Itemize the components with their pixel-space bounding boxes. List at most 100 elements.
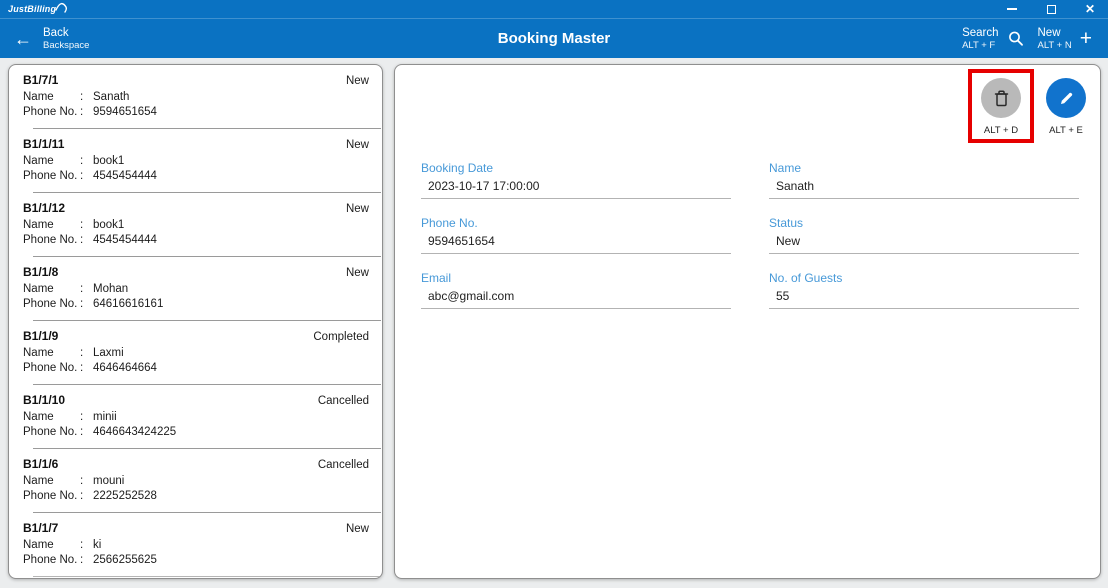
close-icon: ✕ (1085, 4, 1095, 14)
field-value: New (769, 231, 1079, 254)
name-label: Name (23, 283, 80, 295)
phone-label: Phone No. (23, 362, 80, 374)
app-logo: JustBilling (8, 4, 69, 14)
phone-label: Phone No. (23, 298, 80, 310)
name-label: Name (23, 475, 80, 487)
booking-name: ki (93, 539, 369, 551)
booking-list-item[interactable]: B1/1/10 Cancelled Name:minii Phone No.:4… (9, 385, 382, 449)
status-badge: Cancelled (318, 459, 369, 471)
back-shortcut: Backspace (43, 40, 89, 51)
search-shortcut: ALT + F (962, 40, 995, 51)
booking-phone: 2566255625 (93, 554, 369, 566)
name-label: Name (23, 411, 80, 423)
booking-list-panel: B1/7/1 New Name:Sanath Phone No.:9594651… (8, 64, 383, 579)
page-title: Booking Master (0, 30, 1108, 47)
delete-button[interactable]: ALT + D (981, 78, 1021, 136)
booking-phone: 64616616161 (93, 298, 369, 310)
booking-id: B1/1/12 (23, 201, 65, 215)
edit-button[interactable]: ALT + E (1046, 69, 1086, 136)
booking-phone: 4646643424225 (93, 426, 369, 438)
new-button[interactable]: New ALT + N + (1038, 27, 1093, 51)
status-badge: Completed (313, 331, 369, 343)
field-label: Email (421, 271, 731, 286)
field-value: abc@gmail.com (421, 286, 731, 309)
trash-icon (993, 89, 1010, 108)
field-label: Booking Date (421, 161, 731, 176)
booking-phone: 9594651654 (93, 106, 369, 118)
back-button[interactable]: ← Back Backspace (14, 27, 89, 51)
field-value: 9594651654 (421, 231, 731, 254)
name-label: Name (23, 347, 80, 359)
minimize-button[interactable] (1006, 3, 1018, 15)
name-label: Name (23, 155, 80, 167)
name-label: Name (23, 91, 80, 103)
status-badge: New (346, 203, 369, 215)
field-value: 2023-10-17 17:00:00 (421, 176, 731, 199)
phone-label: Phone No. (23, 426, 80, 438)
booking-phone: 4545454444 (93, 170, 369, 182)
field-value: Sanath (769, 176, 1079, 199)
booking-list-item[interactable]: B1/1/11 New Name:book1 Phone No.:4545454… (9, 129, 382, 193)
delete-shortcut: ALT + D (984, 125, 1018, 136)
phone-label: Phone No. (23, 234, 80, 246)
status-badge: Cancelled (318, 395, 369, 407)
booking-id: B1/1/9 (23, 329, 58, 343)
booking-id: B1/1/8 (23, 265, 58, 279)
field-name: Name Sanath (769, 161, 1079, 199)
search-icon (1007, 30, 1024, 47)
booking-id: B1/1/7 (23, 521, 58, 535)
red-annotation-box: ALT + D (968, 69, 1034, 143)
booking-name: mouni (93, 475, 369, 487)
minimize-icon (1007, 8, 1017, 10)
maximize-button[interactable] (1045, 3, 1057, 15)
header-actions: Search ALT + F New ALT + N + (962, 27, 1092, 51)
close-button[interactable]: ✕ (1084, 3, 1096, 15)
logo-swoosh-icon (55, 1, 69, 13)
field-guests: No. of Guests 55 (769, 271, 1079, 309)
field-label: Phone No. (421, 216, 731, 231)
new-shortcut: ALT + N (1038, 40, 1072, 51)
status-badge: New (346, 75, 369, 87)
name-label: Name (23, 219, 80, 231)
booking-detail-panel: ALT + D ALT + E Booking Date 2023-10-17 … (394, 64, 1101, 579)
booking-list-item[interactable]: B1/1/12 New Name:book1 Phone No.:4545454… (9, 193, 382, 257)
booking-list-item[interactable]: B1/1/9 Completed Name:Laxmi Phone No.:46… (9, 321, 382, 385)
booking-name: Mohan (93, 283, 369, 295)
window-controls: ✕ (1006, 3, 1096, 15)
name-label: Name (23, 539, 80, 551)
window-titlebar: JustBilling ✕ (0, 0, 1108, 18)
back-label: Back (43, 27, 89, 40)
field-label: Name (769, 161, 1079, 176)
back-arrow-icon: ← (14, 30, 32, 48)
field-booking-date: Booking Date 2023-10-17 17:00:00 (421, 161, 731, 199)
booking-list-item[interactable]: B1/1/8 New Name:Mohan Phone No.:64616616… (9, 257, 382, 321)
booking-id: B1/1/6 (23, 457, 58, 471)
detail-actions: ALT + D ALT + E (968, 69, 1086, 143)
field-label: No. of Guests (769, 271, 1079, 286)
app-logo-text: JustBilling (8, 4, 56, 14)
search-label: Search (962, 27, 998, 40)
edit-shortcut: ALT + E (1049, 125, 1083, 136)
plus-icon: + (1080, 29, 1092, 49)
phone-label: Phone No. (23, 490, 80, 502)
status-badge: New (346, 267, 369, 279)
phone-label: Phone No. (23, 554, 80, 566)
phone-label: Phone No. (23, 106, 80, 118)
booking-name: book1 (93, 155, 369, 167)
booking-id: B1/7/1 (23, 73, 58, 87)
new-label: New (1038, 27, 1061, 40)
booking-phone: 4646464664 (93, 362, 369, 374)
booking-name: book1 (93, 219, 369, 231)
booking-name: minii (93, 411, 369, 423)
detail-fields: Booking Date 2023-10-17 17:00:00 Name Sa… (421, 161, 1079, 309)
search-button[interactable]: Search ALT + F (962, 27, 1023, 51)
maximize-icon (1047, 5, 1056, 14)
field-status: Status New (769, 216, 1079, 254)
booking-name: Sanath (93, 91, 369, 103)
booking-name: Laxmi (93, 347, 369, 359)
command-header: ← Back Backspace Booking Master Search A… (0, 18, 1108, 58)
booking-list-item[interactable]: B1/1/6 Cancelled Name:mouni Phone No.:22… (9, 449, 382, 513)
field-email: Email abc@gmail.com (421, 271, 731, 309)
booking-list-item[interactable]: B1/7/1 New Name:Sanath Phone No.:9594651… (9, 65, 382, 129)
booking-list-item[interactable]: B1/1/7 New Name:ki Phone No.:2566255625 (9, 513, 382, 577)
